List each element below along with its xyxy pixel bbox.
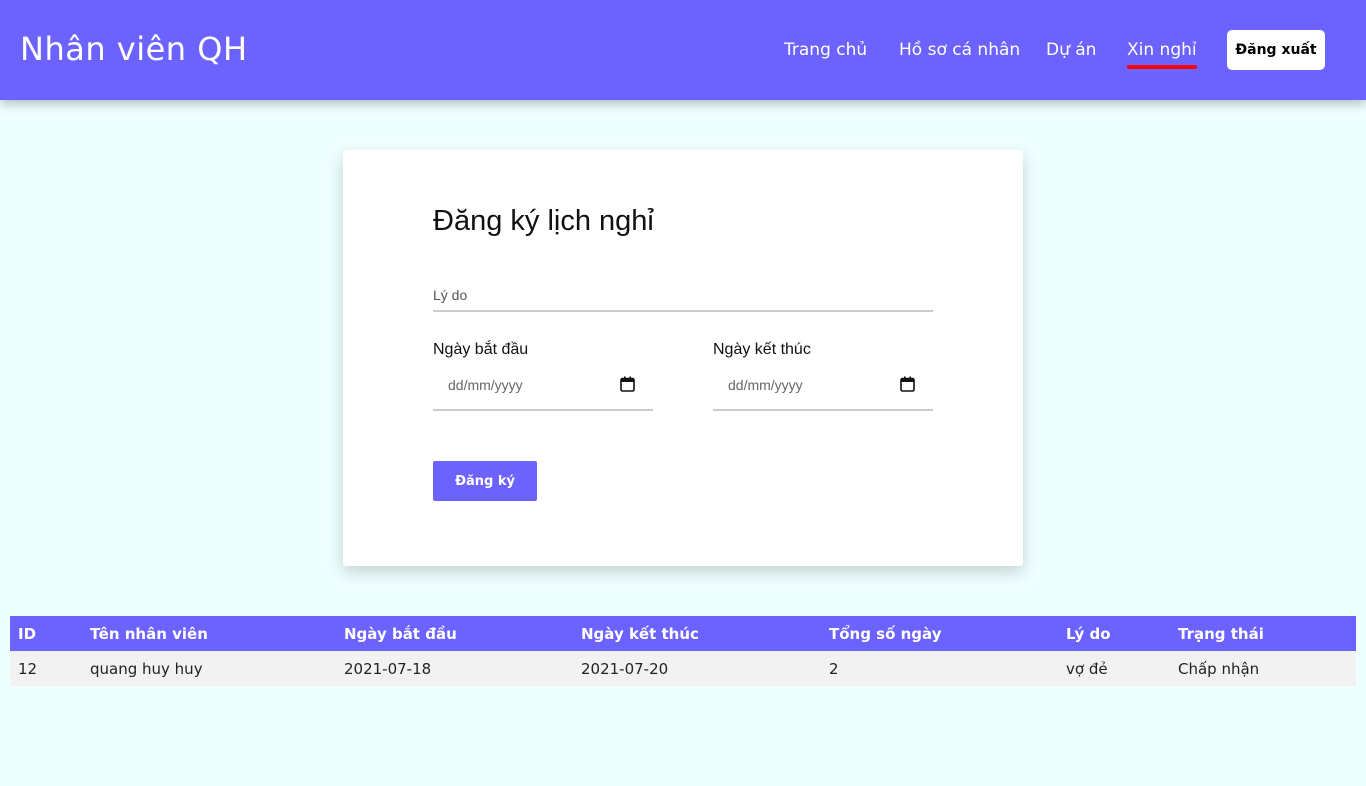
cell-status: Chấp nhận	[1170, 651, 1356, 686]
submit-button[interactable]: Đăng ký	[433, 461, 537, 501]
brand-title[interactable]: Nhân viên QH	[20, 30, 248, 68]
end-date-placeholder: dd/mm/yyyy	[728, 377, 803, 393]
nav-projects[interactable]: Dự án	[1046, 40, 1096, 60]
cell-reason: vợ đẻ	[1058, 651, 1170, 686]
table-header-row: ID Tên nhân viên Ngày bắt đầu Ngày kết t…	[10, 616, 1356, 651]
nav-home[interactable]: Trang chủ	[784, 40, 867, 60]
col-total-days: Tổng số ngày	[821, 616, 1058, 651]
cell-total-days: 2	[821, 651, 1058, 686]
col-id: ID	[10, 616, 82, 651]
cell-id: 12	[10, 651, 82, 686]
end-date-input[interactable]: dd/mm/yyyy	[713, 368, 933, 411]
col-reason: Lý do	[1058, 616, 1170, 651]
end-date-label: Ngày kết thúc	[713, 341, 811, 358]
cell-start-date: 2021-07-18	[336, 651, 573, 686]
start-date-label: Ngày bắt đầu	[433, 341, 529, 358]
calendar-icon[interactable]	[900, 376, 915, 392]
nav-leave[interactable]: Xin nghỉ	[1127, 40, 1197, 69]
cell-end-date: 2021-07-20	[573, 651, 821, 686]
leave-table: ID Tên nhân viên Ngày bắt đầu Ngày kết t…	[10, 616, 1356, 686]
col-start-date: Ngày bắt đầu	[336, 616, 573, 651]
start-date-input[interactable]: dd/mm/yyyy	[433, 368, 653, 411]
leave-request-card: Đăng ký lịch nghỉ Ngày bắt đầu dd/mm/yyy…	[343, 150, 1023, 566]
reason-input[interactable]	[433, 280, 933, 312]
col-employee-name: Tên nhân viên	[82, 616, 336, 651]
top-navbar: Nhân viên QH Trang chủ Hồ sơ cá nhân Dự …	[0, 0, 1366, 100]
col-status: Trạng thái	[1170, 616, 1356, 651]
calendar-icon[interactable]	[620, 376, 635, 392]
cell-employee-name: quang huy huy	[82, 651, 336, 686]
nav-profile[interactable]: Hồ sơ cá nhân	[899, 40, 1020, 60]
logout-button[interactable]: Đăng xuất	[1227, 30, 1325, 70]
col-end-date: Ngày kết thúc	[573, 616, 821, 651]
start-date-placeholder: dd/mm/yyyy	[448, 377, 523, 393]
form-title: Đăng ký lịch nghỉ	[433, 205, 654, 237]
table-row: 12 quang huy huy 2021-07-18 2021-07-20 2…	[10, 651, 1356, 686]
